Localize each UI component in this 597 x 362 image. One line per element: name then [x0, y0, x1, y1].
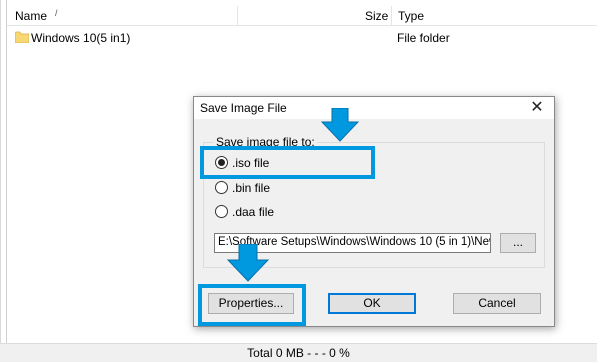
splitter-edge[interactable]: [1, 0, 7, 343]
ok-button[interactable]: OK: [328, 293, 416, 314]
radio-button[interactable]: [215, 205, 228, 218]
radio-label: .daa file: [232, 205, 275, 219]
column-divider[interactable]: [237, 6, 238, 26]
browse-button[interactable]: ...: [500, 233, 536, 253]
column-header: Name / Size Type: [7, 6, 597, 26]
status-text: Total 0 MB - - - 0 %: [247, 346, 350, 360]
list-item[interactable]: Windows 10(5 in1) File folder: [15, 30, 585, 46]
arrow-down-icon: [320, 108, 360, 142]
highlight-properties-button: [198, 284, 306, 326]
radio-label: .bin file: [232, 181, 271, 195]
highlight-iso-option: [200, 146, 375, 179]
file-type: File folder: [397, 31, 450, 45]
column-name-header[interactable]: Name: [15, 9, 47, 23]
close-icon[interactable]: ✕: [526, 98, 548, 118]
folder-icon: [15, 31, 29, 43]
file-name: Windows 10(5 in1): [31, 31, 131, 45]
dialog-title: Save Image File: [200, 101, 287, 115]
cancel-button[interactable]: Cancel: [453, 293, 541, 314]
column-type-header[interactable]: Type: [398, 9, 424, 23]
column-size-header[interactable]: Size: [365, 9, 388, 23]
arrow-down-icon: [226, 244, 270, 282]
sort-indicator-icon: /: [55, 8, 58, 18]
status-bar: Total 0 MB - - - 0 %: [0, 343, 597, 362]
column-divider[interactable]: [391, 6, 392, 26]
dialog-titlebar[interactable]: Save Image File ✕: [194, 97, 554, 119]
radio-button[interactable]: [215, 181, 228, 194]
